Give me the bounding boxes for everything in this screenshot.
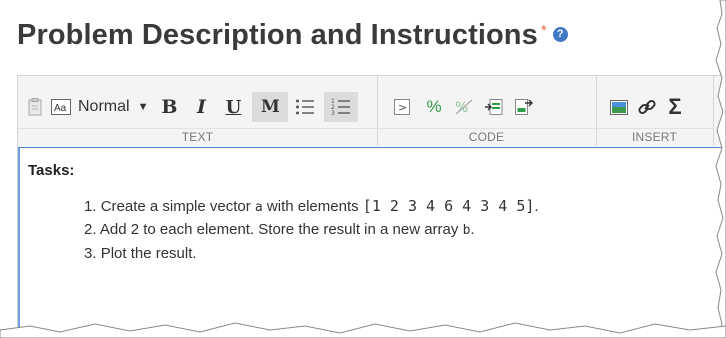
toolbar-group-text: Aa Normal ▼ B I U M 123 TEXT xyxy=(18,76,378,146)
toolbar-group-insert: Σ INSERT xyxy=(596,76,714,146)
inline-code: a xyxy=(254,200,263,215)
inline-code: [1 2 3 4 6 4 3 4 5] xyxy=(362,197,535,215)
inline-code-icon[interactable]: > xyxy=(389,92,415,122)
page-title: Problem Description and Instructions xyxy=(17,19,538,51)
list-item: 2. Add 2 to each element. Store the resu… xyxy=(84,221,475,238)
list-item: 3. Plot the result. xyxy=(84,245,197,262)
problem-description-panel: Problem Description and Instructions * ?… xyxy=(0,0,726,338)
link-icon[interactable] xyxy=(634,92,660,122)
text-style-icon[interactable]: Aa xyxy=(48,92,74,122)
rich-text-editor: Aa Normal ▼ B I U M 123 TEXT > % % CODE … xyxy=(17,75,726,338)
chevron-down-icon: ▼ xyxy=(137,101,149,113)
paste-icon[interactable] xyxy=(22,92,48,122)
toolbar-group-code: > % % CODE xyxy=(377,76,597,146)
toolbar-group-label-text: TEXT xyxy=(181,130,214,144)
toolbar-group-label-insert: INSERT xyxy=(632,130,677,144)
torn-edge-bottom xyxy=(0,322,726,338)
tasks-heading: Tasks: xyxy=(28,162,75,179)
title-row: Problem Description and Instructions * ? xyxy=(17,17,568,53)
list-item: 1. Create a simple vector a with element… xyxy=(84,197,539,215)
editor-toolbar: Aa Normal ▼ B I U M 123 TEXT > % % CODE … xyxy=(18,76,726,148)
comment-icon[interactable]: % xyxy=(421,92,447,122)
help-icon[interactable]: ? xyxy=(552,27,568,42)
underline-button[interactable]: U xyxy=(220,92,246,122)
equation-icon[interactable]: Σ xyxy=(662,92,688,122)
svg-text:3: 3 xyxy=(331,110,335,116)
uncomment-icon[interactable]: % xyxy=(451,92,477,122)
toolbar-group-label-code: CODE xyxy=(468,130,505,144)
required-marker: * xyxy=(540,22,547,39)
monospace-button[interactable]: M xyxy=(252,92,289,122)
svg-text:>: > xyxy=(398,101,407,114)
svg-text:Aa: Aa xyxy=(54,103,67,114)
bulleted-list-icon[interactable] xyxy=(292,92,318,122)
bold-button[interactable]: B xyxy=(156,92,182,122)
editor-content[interactable]: Tasks: 1. Create a simple vector a with … xyxy=(18,148,726,338)
image-icon[interactable] xyxy=(606,92,632,122)
paragraph-style-value: Normal xyxy=(78,98,130,115)
numbered-list-icon[interactable]: 123 xyxy=(324,92,359,122)
paragraph-style-select[interactable]: Normal ▼ xyxy=(74,92,152,122)
italic-button[interactable]: I xyxy=(188,92,214,122)
insert-code-icon[interactable] xyxy=(481,92,507,122)
insert-code-below-icon[interactable] xyxy=(511,92,537,122)
task-list: 1. Create a simple vector a with element… xyxy=(84,194,539,266)
torn-edge-right xyxy=(715,0,726,338)
